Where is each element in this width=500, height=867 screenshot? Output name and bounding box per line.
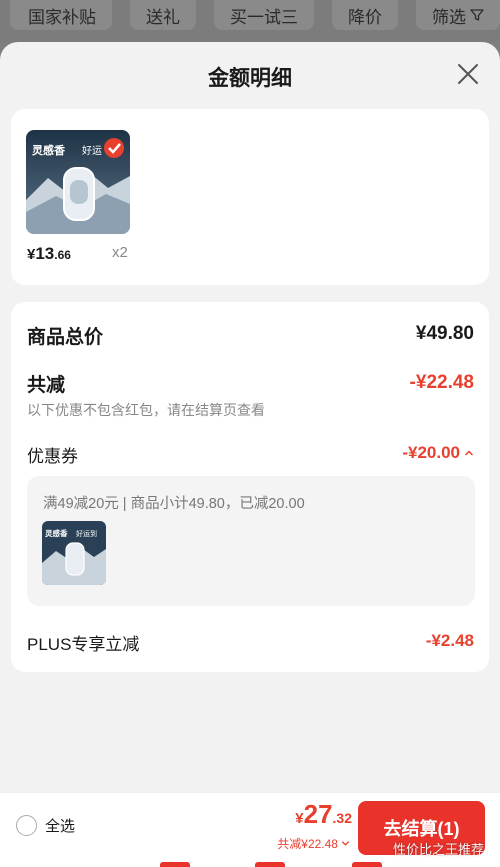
filter-price-drop[interactable]: 降价 xyxy=(332,0,398,30)
filter-icon xyxy=(470,9,484,21)
filter-gift[interactable]: 送礼 xyxy=(130,0,196,30)
coupon-detail-text: 满49减20元 | 商品小计49.80，已减20.00 xyxy=(43,496,305,512)
chevron-down-icon xyxy=(341,841,350,846)
sheet-title: 金额明细 xyxy=(208,67,292,90)
total-reduction-label: 共减 xyxy=(27,375,66,396)
coupon-product-image: 灵感香 好运到 xyxy=(42,521,106,585)
select-all-checkbox[interactable]: 全选 xyxy=(16,815,75,836)
coupon-label: 优惠券 xyxy=(27,447,78,466)
tab-indicator xyxy=(160,862,190,867)
filter-buy-one-try-three[interactable]: 买一试三 xyxy=(214,0,314,30)
close-icon xyxy=(458,64,478,84)
product-card: 灵感香 好运 ¥ 13 .66 x2 xyxy=(11,109,489,285)
tab-indicator xyxy=(352,862,382,867)
svg-text:灵感香: 灵感香 xyxy=(45,528,68,538)
svg-text:好运: 好运 xyxy=(82,145,102,157)
price-detail-card: 商品总价 ¥49.80 共减 -¥22.48 以下优惠不包含红包，请在结算页查看… xyxy=(11,302,489,672)
filter-button[interactable]: 筛选 xyxy=(416,0,500,30)
svg-text:好运到: 好运到 xyxy=(76,529,97,538)
chevron-up-icon xyxy=(464,450,474,456)
coupon-detail-box: 满49减20元 | 商品小计49.80，已减20.00 灵感香 好运到 xyxy=(27,476,475,606)
total-reduction-value: -¥22.48 xyxy=(409,372,474,393)
svg-text:灵感香: 灵感香 xyxy=(32,143,66,157)
coupon-value: -¥20.00 xyxy=(402,443,460,462)
checkout-bar: 全选 ¥ 27 .32 共减¥22.48 去结算(1) 性价比之王推荐 xyxy=(0,792,500,867)
watermark-text: 性价比之王推荐 xyxy=(392,842,484,857)
product-image-art: 灵感香 好运 xyxy=(26,130,130,234)
amount-detail-sheet: 金额明细 灵感香 好运 ¥ 13 .66 x2 商品总价 ¥49.80 共减 -… xyxy=(0,42,500,867)
total-price-label: 商品总价 xyxy=(27,327,104,348)
reduction-note: 以下优惠不包含红包，请在结算页查看 xyxy=(27,402,265,418)
total-price-value: ¥49.80 xyxy=(415,323,474,344)
filter-national-subsidy[interactable]: 国家补贴 xyxy=(10,0,112,30)
product-price: ¥ 13 .66 xyxy=(27,244,71,263)
close-button[interactable] xyxy=(456,62,480,86)
product-quantity: x2 xyxy=(112,244,128,261)
tab-indicator xyxy=(255,862,285,867)
radio-circle-icon xyxy=(16,815,37,836)
total-price: ¥ 27 .32 xyxy=(295,799,352,829)
reduction-summary-toggle[interactable]: 共减¥22.48 xyxy=(277,835,350,852)
plus-discount-label: PLUS专享立减 xyxy=(27,635,140,654)
select-all-label: 全选 xyxy=(45,818,76,835)
product-image[interactable]: 灵感香 好运 xyxy=(26,130,130,234)
filter-bar: 国家补贴 送礼 买一试三 降价 筛选 xyxy=(0,0,500,42)
coupon-toggle[interactable]: -¥20.00 xyxy=(402,443,474,463)
plus-discount-value: -¥2.48 xyxy=(425,631,474,650)
